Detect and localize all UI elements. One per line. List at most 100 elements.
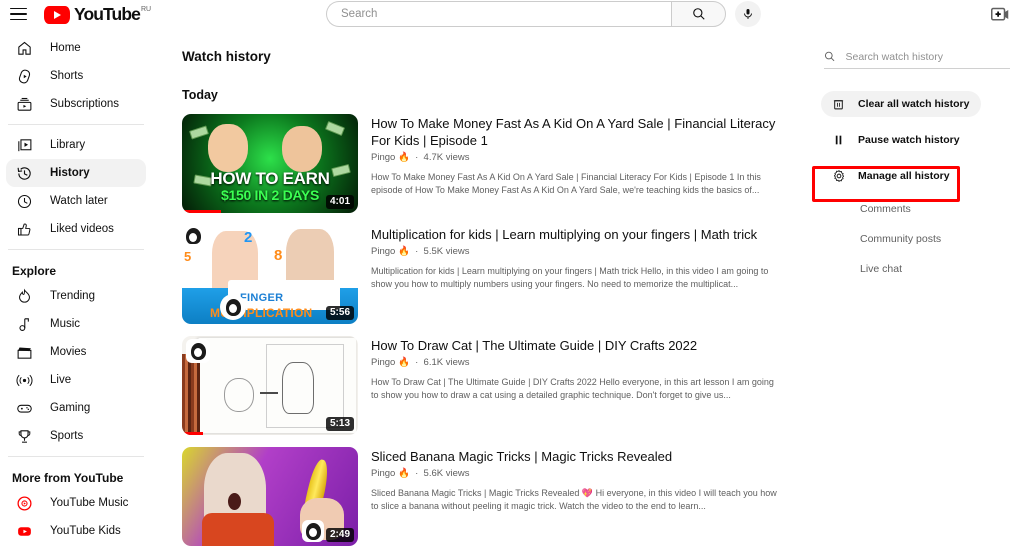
sidebar-item-shorts[interactable]: Shorts (6, 62, 146, 90)
thumb-number-2: 2 (244, 229, 253, 246)
music-note-icon (14, 314, 34, 334)
video-duration-badge: 5:13 (325, 417, 354, 431)
video-title[interactable]: Multiplication for kids | Learn multiply… (371, 226, 783, 243)
channel-name[interactable]: Pingo (371, 468, 395, 479)
video-description: How To Draw Cat | The Ultimate Guide | D… (371, 377, 774, 400)
sidebar-item-youtube-kids[interactable]: YouTube Kids (6, 517, 146, 545)
history-video-item[interactable]: 5:13 How To Draw Cat | The Ultimate Guid… (182, 336, 812, 435)
sidebar-item-trending[interactable]: Trending (6, 282, 146, 310)
search-button[interactable] (671, 1, 726, 27)
sidebar-item-home[interactable]: Home (6, 34, 146, 62)
video-description: Multiplication for kids | Learn multiply… (371, 266, 769, 289)
video-metadata: Pingo 🔥 · 4.7K views (371, 151, 783, 164)
meta-separator: · (412, 246, 421, 257)
create-video-button[interactable] (990, 5, 1010, 23)
page-title: Watch history (182, 49, 271, 64)
video-thumbnail[interactable]: 2:49 (182, 447, 358, 546)
view-count: 4.7K views (423, 152, 470, 163)
home-icon (14, 38, 34, 58)
create-video-icon (991, 7, 1009, 20)
video-thumbnail[interactable]: 2 8 5 FINGER MULTIPLICATION 5:56 (182, 225, 358, 324)
left-sidebar: Home Shorts Subscriptions Library Histor… (0, 28, 152, 548)
sidebar-label-live: Live (50, 374, 72, 386)
video-duration-badge: 2:49 (325, 528, 354, 542)
thumb-cat-sketch-final (282, 362, 314, 414)
thumbnail-headline: FINGER (240, 292, 284, 304)
sidebar-item-watch-later[interactable]: Watch later (6, 187, 146, 215)
search-icon (692, 8, 705, 20)
microphone-icon (744, 9, 752, 19)
watch-history-search[interactable] (824, 50, 1010, 69)
gamepad-icon (14, 398, 34, 418)
sidebar-label-movies: Movies (50, 346, 87, 358)
channel-badge: 🔥 (397, 357, 410, 368)
search-box[interactable] (326, 1, 671, 27)
sidebar-item-gaming[interactable]: Gaming (6, 394, 146, 422)
sidebar-header-explore: Explore (12, 264, 57, 278)
clapperboard-icon (14, 342, 34, 362)
sidebar-primary-section: Home Shorts Subscriptions (0, 28, 152, 124)
subscriptions-icon (14, 94, 34, 114)
sidebar-item-subscriptions[interactable]: Subscriptions (6, 90, 146, 118)
view-count: 5.6K views (423, 468, 470, 479)
sidebar-item-history[interactable]: History (6, 159, 146, 187)
voice-search-button[interactable] (735, 1, 761, 27)
channel-name[interactable]: Pingo (371, 152, 395, 163)
view-count: 6.1K views (423, 357, 470, 368)
sidebar-label-trending: Trending (50, 290, 95, 302)
live-broadcast-icon (14, 370, 34, 390)
watch-history-search-input[interactable] (845, 50, 1010, 63)
sidebar-more-section: More from YouTube YouTube Music YouTube … (0, 457, 152, 548)
thumb-arrow (260, 392, 278, 394)
sidebar-item-sports[interactable]: Sports (6, 422, 146, 450)
pause-icon (830, 132, 847, 149)
history-subitem-community-posts[interactable]: Community posts (860, 233, 1024, 246)
thumb-money-2 (324, 120, 346, 137)
sidebar-item-live[interactable]: Live (6, 366, 146, 394)
video-info: Multiplication for kids | Learn multiply… (371, 225, 783, 324)
history-icon (14, 163, 34, 183)
watch-progress-bar (182, 210, 221, 213)
sidebar-item-youtube-music[interactable]: YouTube Music (6, 489, 146, 517)
search-input[interactable] (341, 8, 671, 20)
thumb-face-left (208, 124, 248, 172)
sidebar-label-history: History (50, 167, 90, 179)
meta-separator: · (412, 152, 421, 163)
video-thumbnail[interactable]: 5:13 (182, 336, 358, 435)
day-section-header: Today (182, 88, 218, 102)
search-icon (824, 51, 835, 62)
video-duration-badge: 4:01 (325, 195, 354, 209)
history-subitem-comments[interactable]: Comments (860, 203, 1024, 216)
manage-all-history-button[interactable]: Manage all history (821, 163, 962, 189)
clear-all-watch-history-label: Clear all watch history (858, 98, 970, 110)
video-description: Sliced Banana Magic Tricks | Magic Trick… (371, 488, 777, 511)
hamburger-menu-icon[interactable] (10, 3, 32, 25)
sidebar-item-library[interactable]: Library (6, 131, 146, 159)
history-video-item[interactable]: HOW TO EARN $150 IN 2 DAYS 4:01 How To M… (182, 114, 812, 213)
video-metadata: Pingo 🔥 · 6.1K views (371, 356, 783, 369)
thumb-number-5: 5 (184, 249, 192, 264)
sidebar-item-music[interactable]: Music (6, 310, 146, 338)
sidebar-label-subscriptions: Subscriptions (50, 98, 120, 110)
video-duration-badge: 5:56 (325, 306, 354, 320)
video-thumbnail[interactable]: HOW TO EARN $150 IN 2 DAYS 4:01 (182, 114, 358, 213)
clear-all-watch-history-button[interactable]: Clear all watch history (821, 91, 982, 117)
sidebar-label-watch-later: Watch later (50, 195, 108, 207)
sidebar-item-liked-videos[interactable]: Liked videos (6, 215, 146, 243)
sidebar-item-movies[interactable]: Movies (6, 338, 146, 366)
history-subitem-live-chat[interactable]: Live chat (860, 263, 1024, 276)
video-title[interactable]: How To Make Money Fast As A Kid On A Yar… (371, 115, 783, 149)
pause-watch-history-button[interactable]: Pause watch history (821, 127, 972, 153)
history-video-item[interactable]: 2:49 Sliced Banana Magic Tricks | Magic … (182, 447, 812, 546)
video-title[interactable]: Sliced Banana Magic Tricks | Magic Trick… (371, 448, 783, 465)
channel-badge: 🔥 (397, 468, 410, 479)
channel-badge: 🔥 (397, 152, 410, 163)
channel-name[interactable]: Pingo (371, 246, 395, 257)
video-title[interactable]: How To Draw Cat | The Ultimate Guide | D… (371, 337, 783, 354)
youtube-logo[interactable]: YouTube RU (44, 4, 151, 24)
history-video-item[interactable]: 2 8 5 FINGER MULTIPLICATION 5:56 Multipl… (182, 225, 812, 324)
channel-name[interactable]: Pingo (371, 357, 395, 368)
